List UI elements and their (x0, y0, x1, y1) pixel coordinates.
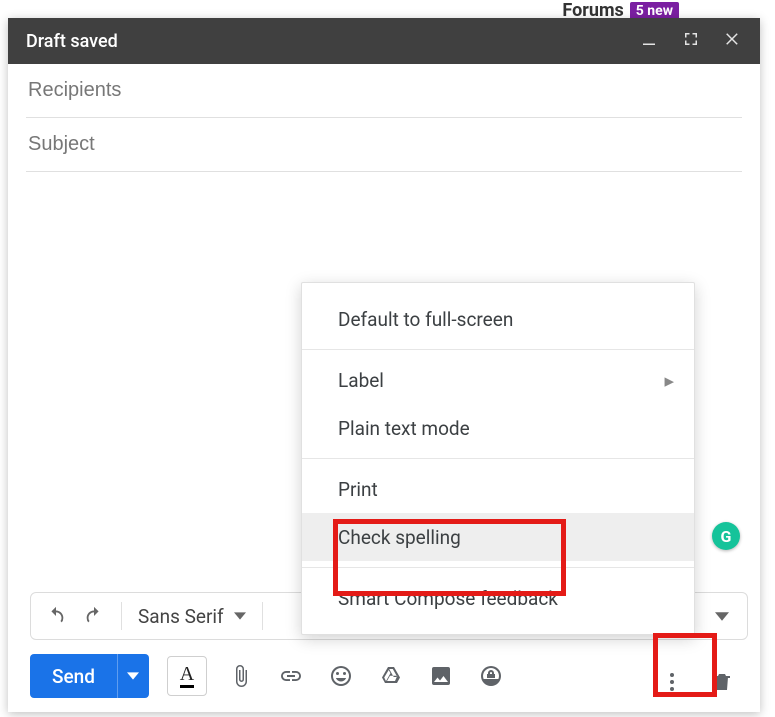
confidential-icon[interactable] (475, 660, 507, 692)
menu-separator (302, 567, 694, 568)
text-format-button[interactable]: A (167, 656, 207, 696)
more-options-menu: Default to full-screen Label ▸ Plain tex… (301, 282, 695, 635)
menu-item-label[interactable]: Label ▸ (302, 356, 694, 404)
send-row: Send A (30, 654, 507, 698)
text-format-icon: A (180, 664, 194, 688)
caret-down-icon (234, 612, 246, 620)
menu-item-label: Label (338, 369, 384, 392)
more-options-icon[interactable] (656, 666, 688, 698)
subject-input[interactable] (26, 132, 742, 157)
undo-icon[interactable] (41, 601, 71, 631)
attachment-icon[interactable] (225, 660, 257, 692)
compose-title: Draft saved (26, 31, 118, 52)
menu-item-print[interactable]: Print (302, 465, 694, 513)
emoji-icon[interactable] (325, 660, 357, 692)
forums-badge: 5 new (630, 2, 679, 20)
menu-item-default-fullscreen[interactable]: Default to full-screen (302, 295, 694, 343)
font-family-select[interactable]: Sans Serif (134, 605, 250, 628)
send-options-dropdown[interactable] (117, 654, 149, 698)
menu-separator (302, 349, 694, 350)
menu-separator (302, 458, 694, 459)
recipients-field-row (26, 64, 742, 118)
grammarly-badge[interactable]: G (712, 522, 740, 550)
font-family-label: Sans Serif (138, 605, 224, 628)
toolbar-divider (121, 602, 122, 630)
menu-item-label: Default to full-screen (338, 308, 513, 331)
send-button-label: Send (30, 654, 117, 698)
subject-field-row (26, 118, 742, 172)
minimize-icon[interactable] (640, 30, 658, 52)
compose-titlebar: Draft saved (8, 18, 760, 64)
menu-item-label: Print (338, 478, 378, 501)
trash-icon[interactable] (706, 666, 738, 698)
fullscreen-icon[interactable] (682, 30, 700, 52)
redo-icon[interactable] (79, 601, 109, 631)
recipients-input[interactable] (26, 78, 742, 103)
drive-icon[interactable] (375, 660, 407, 692)
grammarly-badge-label: G (721, 527, 732, 546)
menu-item-label: Plain text mode (338, 417, 470, 440)
toolbar-divider (262, 602, 263, 630)
menu-item-label: Smart Compose feedback (338, 587, 558, 610)
menu-item-label: Check spelling (338, 526, 461, 549)
menu-item-smart-compose-feedback[interactable]: Smart Compose feedback (302, 574, 694, 622)
compose-fields (8, 64, 760, 172)
chevron-right-icon: ▸ (664, 369, 674, 392)
menu-item-plain-text[interactable]: Plain text mode (302, 404, 694, 452)
format-more-icon[interactable] (707, 601, 737, 631)
close-icon[interactable] (724, 30, 742, 52)
photo-icon[interactable] (425, 660, 457, 692)
link-icon[interactable] (275, 660, 307, 692)
window-controls (640, 30, 742, 52)
send-button[interactable]: Send (30, 654, 149, 698)
menu-item-check-spelling[interactable]: Check spelling (302, 513, 694, 561)
compose-right-tools (656, 666, 738, 698)
